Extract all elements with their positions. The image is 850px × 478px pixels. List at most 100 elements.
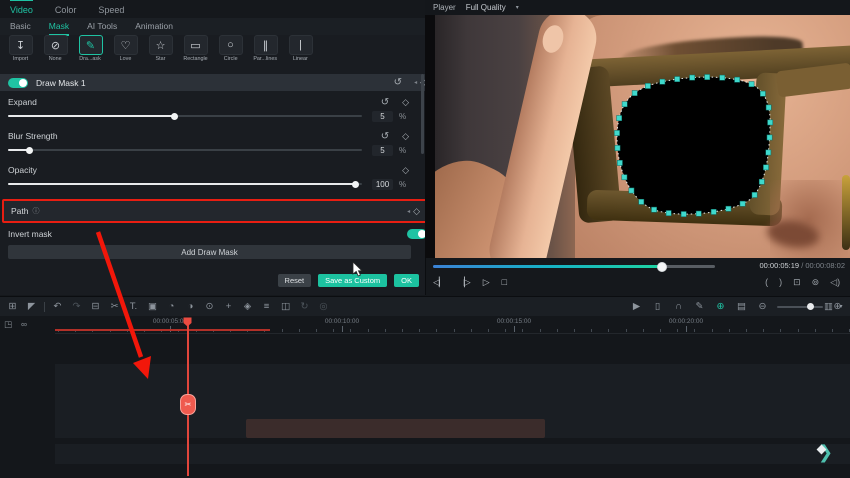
add-draw-mask-button[interactable]: Add Draw Mask bbox=[8, 245, 411, 259]
previous-frame-icon[interactable]: ◁▏ bbox=[433, 277, 446, 288]
mask-handle[interactable] bbox=[695, 210, 702, 217]
keyframe-icon[interactable]: ◈ bbox=[241, 301, 254, 312]
slider-track[interactable] bbox=[8, 180, 362, 188]
shape-draw-mask[interactable]: ✎ Dra...ask bbox=[74, 35, 107, 66]
audio-mixer-icon[interactable]: ◫ bbox=[279, 301, 292, 312]
reset-mask-icon[interactable]: ↺ bbox=[394, 77, 402, 88]
link-clips-icon[interactable]: ∞ bbox=[21, 319, 27, 330]
slider-keyframe-icon[interactable]: ◇ bbox=[402, 97, 409, 108]
mask-handle[interactable] bbox=[665, 210, 672, 216]
shape-none[interactable]: ⊘ None bbox=[39, 35, 72, 66]
mask-handle[interactable] bbox=[734, 76, 740, 83]
motion-track-icon[interactable]: + bbox=[222, 301, 235, 312]
crop-icon[interactable]: ▣ bbox=[146, 301, 159, 312]
render-icon[interactable]: ↻ bbox=[298, 301, 311, 312]
shape-rectangle[interactable]: ▭ Rectangle bbox=[179, 35, 212, 66]
mask-handle[interactable] bbox=[638, 198, 645, 205]
mask-handle[interactable] bbox=[766, 134, 773, 141]
mask-handle[interactable] bbox=[614, 145, 621, 151]
mask-handle[interactable] bbox=[689, 74, 695, 81]
play-icon[interactable]: ▷ bbox=[483, 277, 490, 288]
capture-icon[interactable]: ◎ bbox=[317, 301, 330, 312]
mask-enable-toggle[interactable] bbox=[8, 77, 28, 88]
subtab-mask[interactable]: Mask bbox=[48, 17, 70, 36]
slider-value[interactable]: 5 bbox=[372, 110, 393, 122]
mask-handle[interactable] bbox=[704, 74, 711, 80]
color-icon[interactable]: ◑ bbox=[184, 301, 197, 312]
timeline-ruler[interactable]: 00:00:05:00 00:00:10:00 00:00:15:00 00:00:2… bbox=[55, 318, 850, 334]
snapshot-track-icon[interactable]: ◳ bbox=[4, 319, 12, 330]
redo-icon[interactable]: ↷ bbox=[70, 301, 83, 312]
mask-handle[interactable] bbox=[617, 160, 623, 166]
shape-import[interactable]: ↧ Import bbox=[4, 35, 37, 66]
speed-icon[interactable]: ◔ bbox=[165, 301, 178, 312]
draw-mask-overlay[interactable] bbox=[425, 15, 850, 258]
media-panel-icon[interactable]: ⊞ bbox=[6, 301, 19, 312]
mask-handle[interactable] bbox=[751, 192, 758, 198]
mask-handle[interactable] bbox=[710, 209, 717, 215]
marker-icon[interactable]: ▤ bbox=[735, 301, 748, 312]
mask-handle[interactable] bbox=[725, 205, 732, 212]
adjust-icon[interactable]: ≡ bbox=[260, 301, 273, 312]
slider-reset-icon[interactable]: ↺ bbox=[381, 97, 389, 108]
slider-knob[interactable] bbox=[171, 112, 179, 120]
track-target-icon[interactable]: ⊕ bbox=[714, 301, 727, 312]
subtab-ai-tools[interactable]: AI Tools bbox=[87, 17, 117, 36]
mask-handle[interactable] bbox=[765, 104, 772, 111]
slider-knob[interactable] bbox=[26, 146, 34, 154]
mask-handle[interactable] bbox=[621, 101, 628, 108]
subtab-animation[interactable]: Animation bbox=[135, 17, 173, 36]
timeline-zoom-slider[interactable] bbox=[777, 303, 823, 310]
shape-linear[interactable]: | Linear bbox=[284, 35, 317, 66]
shape-love[interactable]: ♡ Love bbox=[109, 35, 142, 66]
snapshot-icon[interactable]: ⊚ bbox=[812, 277, 820, 288]
select-tool-icon[interactable]: ◤ bbox=[25, 301, 38, 312]
mask-handle[interactable] bbox=[631, 90, 638, 96]
path-row-highlighted[interactable]: Path ⓘ ◂ ◇ bbox=[2, 199, 429, 223]
mask-handle[interactable] bbox=[739, 200, 746, 207]
mask-handle[interactable] bbox=[621, 174, 628, 181]
slider-value[interactable]: 100 bbox=[372, 178, 393, 190]
snap-magnet-icon[interactable]: ∩ bbox=[672, 301, 685, 312]
track-options-chevron-icon[interactable]: ▾ bbox=[838, 303, 844, 310]
slider-reset-icon[interactable]: ↺ bbox=[381, 131, 389, 142]
zoom-out-icon[interactable]: ⊖ bbox=[756, 301, 769, 312]
stop-icon[interactable]: □ bbox=[502, 277, 508, 287]
mask-handle[interactable] bbox=[763, 164, 769, 171]
panel-scrollbar[interactable] bbox=[421, 74, 424, 154]
delete-icon[interactable]: ⊟ bbox=[89, 301, 102, 312]
shape-star[interactable]: ☆ Star bbox=[144, 35, 177, 66]
next-frame-icon[interactable]: ▕▷ bbox=[458, 277, 471, 288]
chevron-down-icon[interactable]: ▾ bbox=[516, 4, 519, 11]
mask-handle[interactable] bbox=[719, 74, 726, 81]
mask-handle[interactable] bbox=[748, 81, 755, 87]
mask-handle[interactable] bbox=[616, 115, 622, 121]
subtab-basic[interactable]: Basic bbox=[10, 17, 31, 36]
mask-handle[interactable] bbox=[651, 206, 657, 213]
mask-handle[interactable] bbox=[758, 178, 765, 185]
playhead-scissors-icon[interactable]: ✂ bbox=[180, 394, 196, 415]
slider-track[interactable] bbox=[8, 146, 362, 154]
mask-handle[interactable] bbox=[645, 83, 651, 89]
mask-handle[interactable] bbox=[674, 76, 681, 82]
zoom-slider-knob[interactable] bbox=[806, 303, 814, 310]
preview-viewport[interactable] bbox=[425, 15, 850, 258]
mask-handle[interactable] bbox=[760, 90, 766, 97]
text-icon[interactable]: T. bbox=[127, 301, 140, 312]
pen-icon[interactable]: ✎ bbox=[693, 301, 706, 312]
seek-bar[interactable] bbox=[433, 262, 715, 272]
mark-flag-icon[interactable]: ▯ bbox=[651, 301, 664, 312]
mask-handle[interactable] bbox=[628, 187, 635, 194]
audio-lane-1[interactable] bbox=[55, 444, 850, 464]
slider-keyframe-icon[interactable]: ◇ bbox=[402, 165, 409, 176]
mark-in-icon[interactable]: ( bbox=[765, 277, 768, 287]
slider-value[interactable]: 5 bbox=[372, 144, 393, 156]
shape-parallel-lines[interactable]: ∥ Par...lines bbox=[249, 35, 282, 66]
preview-render-icon[interactable]: ▶ bbox=[630, 301, 643, 312]
seek-knob[interactable] bbox=[657, 262, 668, 272]
undo-icon[interactable]: ↶ bbox=[51, 301, 64, 312]
mask-path[interactable] bbox=[616, 76, 771, 215]
playhead-pin[interactable] bbox=[183, 317, 192, 327]
path-keyframe-icon[interactable]: ◇ bbox=[413, 206, 420, 217]
slider-track[interactable] bbox=[8, 112, 362, 120]
